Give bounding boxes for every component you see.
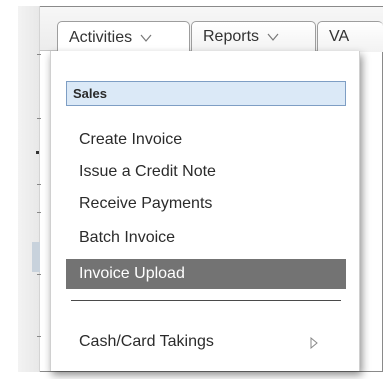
activities-dropdown-menu: Sales Create Invoice Issue a Credit Note… [50,51,360,371]
submenu-arrow-icon [310,336,318,354]
tab-activities[interactable]: Activities [57,21,190,53]
tab-vat[interactable]: VA [317,21,383,52]
tab-label: Reports [203,28,260,45]
menu-item-cash-card-takings[interactable]: Cash/Card Takings [66,328,346,356]
menu-item-invoice-upload[interactable]: Invoice Upload [66,259,346,289]
menu-item-receive-payments[interactable]: Receive Payments [66,190,346,218]
menu-bar: Activities Reports VA [40,7,383,53]
chevron-down-icon [267,28,279,46]
menu-item-batch-invoice[interactable]: Batch Invoice [66,224,346,252]
tab-label: Activities [69,28,133,46]
menu-section-header: Sales [66,81,346,106]
menu-item-create-invoice[interactable]: Create Invoice [66,126,346,154]
menu-item-label: Cash/Card Takings [79,333,214,350]
background-sidebar-edge [18,6,41,372]
chevron-down-icon [140,29,152,47]
tab-label: VA [329,28,350,45]
menu-separator [71,300,341,301]
tab-reports[interactable]: Reports [191,21,316,52]
menu-item-issue-credit-note[interactable]: Issue a Credit Note [66,158,346,186]
